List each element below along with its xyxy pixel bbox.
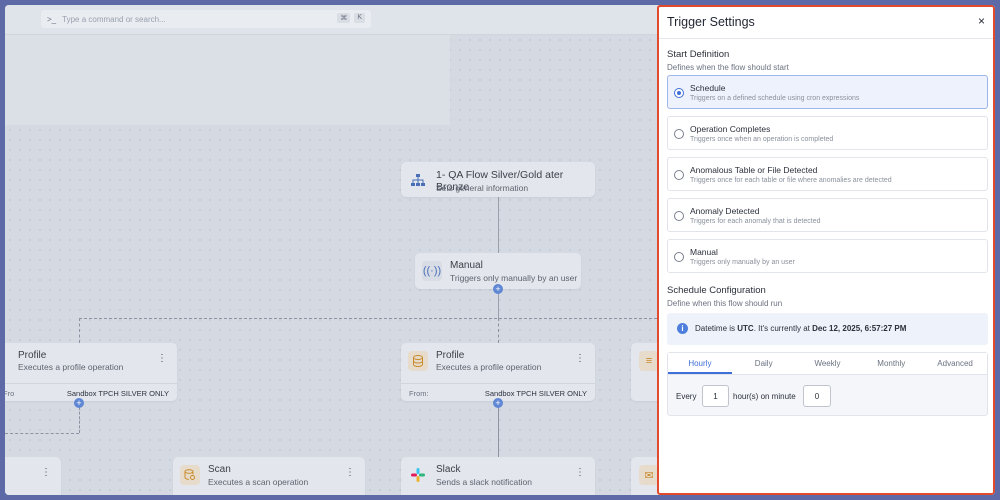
tab-monthly[interactable]: Monthly [859, 353, 923, 374]
profile-center-title: Profile [436, 350, 465, 361]
broadcast-icon: ((·)) [422, 261, 442, 281]
database-icon [408, 351, 428, 371]
current-datetime: Dec 12, 2025, 6:57:27 PM [812, 324, 907, 333]
envelope-icon: ✉ [639, 465, 659, 485]
tab-advanced[interactable]: Advanced [923, 353, 987, 374]
root-node-subtitle: Sets general information [436, 183, 529, 193]
terminal-icon: >_ [47, 14, 57, 24]
left-sub-branch [5, 433, 79, 434]
profile-center-source: Sandbox TPCH SILVER ONLY [484, 389, 587, 398]
schedule-tabs: Hourly Daily Weekly Monthly Advanced [668, 353, 987, 375]
option-label: Schedule [690, 83, 726, 93]
profile-left-source: Sandbox TPCH SILVER ONLY [66, 389, 169, 398]
sitemap-icon [408, 170, 428, 190]
canvas-header-band [5, 35, 450, 125]
info-icon: i [677, 323, 688, 334]
scan-database-icon [180, 465, 200, 485]
flow-root-node[interactable]: 1- QA Flow Silver/Gold ater Bronze Sets … [401, 162, 595, 197]
option-manual[interactable]: Manual Triggers only manually by an user [667, 239, 988, 273]
more-vert-icon[interactable]: ⋮ [157, 353, 167, 364]
every-label: Every [676, 392, 697, 401]
more-vert-icon[interactable]: ⋮ [41, 467, 51, 478]
shortcut-mod: ⌘ [337, 13, 351, 23]
scan-node-subtitle: Executes a scan operation [208, 477, 309, 487]
add-after-profile-left-button[interactable]: + [74, 398, 84, 408]
profile-center-subtitle: Executes a profile operation [436, 362, 542, 372]
minute-input[interactable] [803, 385, 831, 407]
hours-input[interactable] [702, 385, 729, 407]
trigger-settings-panel: Trigger Settings × Start Definition Defi… [657, 5, 995, 495]
schedule-config-subtitle: Define when this flow should run [667, 299, 783, 308]
command-placeholder: Type a command or search... [62, 14, 166, 24]
hours-suffix-label: hour(s) on minute [733, 392, 796, 401]
timezone-value: UTC [737, 324, 754, 333]
timezone-info-box: i Datetime is UTC. It's currently at Dec… [667, 313, 988, 345]
panel-title: Trigger Settings [667, 15, 755, 29]
profile-left-footer: Fro Sandbox TPCH SILVER ONLY [5, 383, 177, 401]
start-definition-title: Start Definition [667, 49, 730, 60]
schedule-tabs-box: Hourly Daily Weekly Monthly Advanced Eve… [667, 352, 988, 416]
branch-center-drop [498, 318, 499, 343]
option-anomaly-detected[interactable]: Anomaly Detected Triggers for each anoma… [667, 198, 988, 232]
left-down-line [79, 407, 80, 433]
shortcut-key: K [354, 13, 365, 23]
option-schedule[interactable]: Schedule Triggers on a defined schedule … [667, 75, 988, 109]
option-label: Operation Completes [690, 124, 771, 134]
top-bar: >_ Type a command or search... ⌘ K [5, 5, 657, 35]
tab-hourly[interactable]: Hourly [668, 353, 732, 374]
option-label: Manual [690, 247, 718, 257]
profile-center-from: From: [409, 389, 429, 398]
more-vert-icon[interactable]: ⋮ [345, 467, 355, 478]
flow-canvas: >_ Type a command or search... ⌘ K 1- QA… [5, 5, 671, 495]
option-desc: Triggers once when an operation is compl… [690, 136, 834, 143]
radio-schedule[interactable] [674, 88, 684, 98]
radio-anomalous-table[interactable] [674, 170, 684, 180]
option-desc: Triggers only manually by an user [690, 259, 795, 266]
tab-daily[interactable]: Daily [732, 353, 796, 374]
profile-left-subtitle: Executes a profile operation [18, 362, 124, 372]
scan-node[interactable]: Scan Executes a scan operation ⋮ [173, 457, 365, 495]
option-desc: Triggers for each anomaly that is detect… [690, 218, 821, 225]
slack-node-title: Slack [436, 464, 461, 475]
command-search[interactable]: >_ Type a command or search... ⌘ K [41, 10, 371, 28]
add-after-profile-center-button[interactable]: + [493, 398, 503, 408]
connector-trigger-branch [498, 292, 499, 318]
app-frame: >_ Type a command or search... ⌘ K 1- QA… [5, 5, 995, 495]
option-operation-completes[interactable]: Operation Completes Triggers once when a… [667, 116, 988, 150]
branch-left-drop [79, 318, 80, 343]
center-down-line [498, 407, 499, 457]
option-label: Anomaly Detected [690, 206, 760, 216]
trigger-node-subtitle: Triggers only manually by an user [450, 273, 578, 283]
tab-weekly[interactable]: Weekly [796, 353, 860, 374]
start-definition-subtitle: Defines when the flow should start [667, 63, 789, 72]
close-icon[interactable]: × [978, 14, 985, 28]
timezone-info-text: Datetime is UTC. It's currently at Dec 1… [695, 324, 907, 333]
slack-node[interactable]: Slack Sends a slack notification ⋮ [401, 457, 595, 495]
profile-node-center[interactable]: Profile Executes a profile operation ⋮ F… [401, 343, 595, 401]
branch-line [79, 318, 657, 319]
radio-manual[interactable] [674, 252, 684, 262]
database-icon: ≡ [639, 351, 659, 371]
slack-icon [408, 465, 428, 485]
profile-node-left[interactable]: Profile Executes a profile operation ⋮ F… [5, 343, 177, 401]
option-label: Anomalous Table or File Detected [690, 165, 818, 175]
profile-left-title: Profile [18, 350, 47, 361]
shortcut-hint: ⌘ K [337, 13, 365, 23]
option-desc: Triggers on a defined schedule using cro… [690, 95, 860, 102]
profile-left-from: Fro [5, 389, 15, 398]
connector-root-trigger [498, 195, 499, 257]
trigger-node-title: Manual [450, 260, 483, 271]
panel-header: Trigger Settings × [659, 7, 993, 39]
option-anomalous-table[interactable]: Anomalous Table or File Detected Trigger… [667, 157, 988, 191]
radio-operation-completes[interactable] [674, 129, 684, 139]
radio-anomaly-detected[interactable] [674, 211, 684, 221]
slack-node-subtitle: Sends a slack notification [436, 477, 532, 487]
add-after-trigger-button[interactable]: + [493, 284, 503, 294]
more-vert-icon[interactable]: ⋮ [575, 467, 585, 478]
node-bottom-left-partial[interactable]: ⋮ [5, 457, 61, 495]
option-desc: Triggers once for each table or file whe… [690, 177, 892, 184]
schedule-config-title: Schedule Configuration [667, 285, 766, 296]
more-vert-icon[interactable]: ⋮ [575, 353, 585, 364]
scan-node-title: Scan [208, 464, 231, 475]
